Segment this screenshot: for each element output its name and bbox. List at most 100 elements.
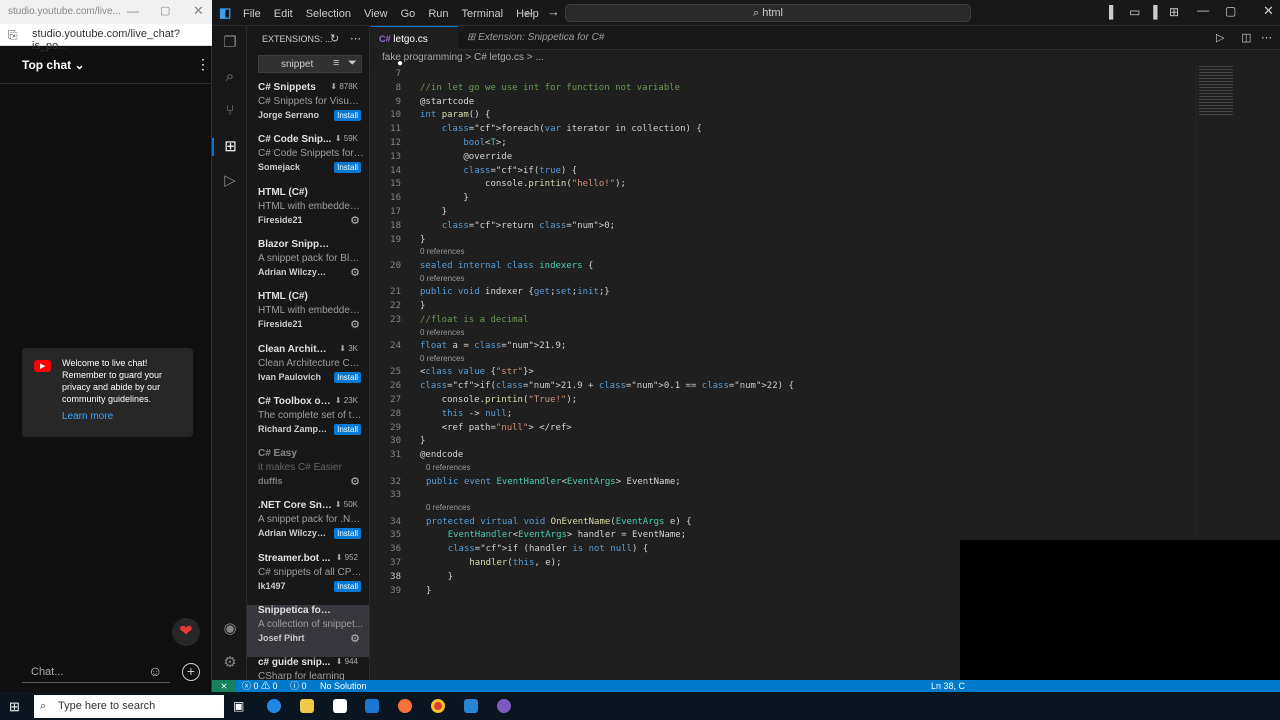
code-line[interactable]: } — [420, 207, 447, 217]
back-arrow-icon[interactable]: ← — [523, 4, 536, 19]
extension-item[interactable]: Blazor Snippet Pack A snippet pack for Bl… — [247, 239, 369, 291]
manage-gear-icon[interactable]: ⚙ — [350, 632, 360, 645]
menu-terminal[interactable]: Terminal — [462, 8, 504, 20]
more-options-icon[interactable]: ⋮ — [196, 56, 210, 73]
edge-icon[interactable] — [267, 699, 281, 713]
menu-view[interactable]: View — [364, 8, 388, 20]
store-icon[interactable] — [333, 699, 347, 713]
code-line[interactable]: <ref path="null"> </ref> — [420, 423, 572, 433]
refresh-icon[interactable]: ↻ — [330, 32, 339, 45]
split-editor-icon[interactable]: ◫ — [1241, 31, 1251, 44]
manage-gear-icon[interactable]: ⚙ — [350, 318, 360, 331]
code-line[interactable]: console.printin("True!"); — [420, 395, 578, 405]
code-line[interactable]: float a = class="num">21.9; — [420, 341, 566, 351]
tab-extension-snippetica[interactable]: ⊞ Extension: Snippetica for C# — [459, 26, 612, 50]
chat-input[interactable]: Chat... ☺ — [22, 661, 170, 683]
site-info-icon[interactable]: ⎘ — [8, 28, 18, 43]
taskbar-search[interactable]: ⌕ Type here to search — [34, 695, 224, 718]
tab-letgo[interactable]: C# letgo.cs ● — [371, 26, 458, 69]
window-close-icon[interactable]: ✕ — [1263, 3, 1274, 19]
code-lens-references[interactable]: 0 references — [420, 354, 464, 363]
clear-filter-icon[interactable]: ≡ — [333, 57, 339, 69]
solution-status[interactable]: No Solution — [320, 680, 367, 692]
vscode-taskbar-icon[interactable] — [464, 699, 478, 713]
code-line[interactable]: class="cf">if(true) { — [420, 166, 577, 176]
minimize-icon[interactable]: — — [127, 4, 139, 18]
code-lens-references[interactable]: 0 references — [420, 247, 464, 256]
toggle-panel-icon[interactable]: ▭ — [1129, 5, 1140, 19]
info-indicator[interactable]: ⓘ 0 — [290, 680, 307, 692]
extension-item[interactable]: Clean Architec... ⬇ 3K Clean Architecture … — [247, 344, 369, 396]
menu-file[interactable]: File — [243, 8, 261, 20]
code-line[interactable]: this -> null; — [420, 409, 512, 419]
problems-indicator[interactable]: ⓧ 0 ⚠ 0 — [242, 680, 278, 692]
manage-gear-icon[interactable]: ⚙ — [350, 266, 360, 279]
editor-more-icon[interactable]: ⋯ — [1261, 31, 1272, 44]
breadcrumb-file[interactable]: C# letgo.cs — [474, 52, 524, 63]
search-view-icon[interactable]: ⌕ — [221, 68, 239, 86]
code-lens-references[interactable]: 0 references — [426, 463, 470, 472]
menu-edit[interactable]: Edit — [274, 8, 293, 20]
code-line[interactable]: @endcode — [420, 450, 463, 460]
code-line[interactable]: } — [420, 235, 425, 245]
run-icon[interactable]: ▷ — [1216, 31, 1224, 44]
close-icon[interactable]: ✕ — [193, 3, 204, 19]
learn-more-link[interactable]: Learn more — [62, 411, 113, 422]
extension-item[interactable]: c# guide snip... ⬇ 944 CSharp for learning — [247, 657, 369, 680]
code-line[interactable]: EventHandler<EventArgs> handler = EventN… — [426, 530, 686, 540]
code-lens-references[interactable]: 0 references — [420, 328, 464, 337]
install-button[interactable]: Install — [334, 371, 361, 383]
top-chat-selector[interactable]: Top chat ⌄ — [22, 58, 85, 72]
code-line[interactable]: class="cf">return class="num">0; — [420, 221, 615, 231]
code-line[interactable]: console.printin("hello!"); — [420, 179, 626, 189]
code-line[interactable]: } — [420, 436, 425, 446]
chrome-icon[interactable] — [431, 699, 445, 713]
extension-item[interactable]: C# Snippets ⬇ 878K C# Snippets for Visual … — [247, 82, 369, 134]
menu-go[interactable]: Go — [401, 8, 416, 20]
source-control-icon[interactable]: ⑂ — [221, 102, 239, 120]
code-line[interactable]: <class value {"str"}> — [420, 367, 534, 377]
extension-search-input[interactable]: snippet ≡ ⏷ — [258, 55, 362, 73]
toggle-sidebar-icon[interactable]: ▌ — [1109, 5, 1118, 19]
command-center[interactable]: ⌕ html — [565, 4, 971, 22]
filter-icon[interactable]: ⏷ — [348, 57, 357, 70]
menu-selection[interactable]: Selection — [306, 8, 351, 20]
code-line[interactable]: int param() { — [420, 110, 490, 120]
run-debug-icon[interactable]: ▷ — [221, 172, 239, 190]
install-button[interactable]: Install — [334, 423, 361, 435]
window-minimize-icon[interactable]: — — [1197, 3, 1209, 17]
breadcrumb-more[interactable]: ... — [535, 52, 543, 63]
forward-arrow-icon[interactable]: → — [547, 4, 560, 19]
extension-item[interactable]: C# Code Snip... ⬇ 59K C# Code Snippets for… — [247, 134, 369, 186]
viber-icon[interactable] — [497, 699, 511, 713]
extension-item[interactable]: .NET Core Sni... ⬇ 50K A snippet pack for … — [247, 500, 369, 552]
mail-icon[interactable] — [365, 699, 379, 713]
add-icon[interactable]: + — [182, 663, 200, 681]
firefox-icon[interactable] — [398, 699, 412, 713]
toggle-secondary-sidebar-icon[interactable]: ▐ — [1149, 5, 1158, 19]
breadcrumb-folder[interactable]: fake programming — [382, 52, 463, 63]
code-line[interactable]: sealed internal class indexers { — [420, 261, 593, 271]
code-line[interactable]: class="cf">if(class="num">21.9 + class="… — [420, 381, 794, 391]
code-line[interactable]: public void indexer {get;set;init;} — [420, 287, 610, 297]
settings-gear-icon[interactable]: ⚙ — [221, 654, 239, 672]
heart-reaction-icon[interactable]: ❤ — [172, 618, 200, 646]
extension-item[interactable]: C# Easy it makes C# Easier duffis ⚙ — [247, 448, 369, 500]
code-line[interactable]: @override — [420, 152, 512, 162]
install-button[interactable]: Install — [334, 162, 361, 174]
extensions-icon[interactable]: ⊞ — [212, 138, 247, 156]
menu-run[interactable]: Run — [428, 8, 448, 20]
maximize-icon[interactable]: ▢ — [160, 4, 170, 17]
window-maximize-icon[interactable]: ▢ — [1225, 4, 1236, 18]
code-line[interactable]: //float is a decimal — [420, 315, 528, 325]
code-lens-references[interactable]: 0 references — [420, 274, 464, 283]
code-line[interactable]: bool<T>; — [420, 138, 506, 148]
extension-item[interactable]: C# Toolbox of... ⬇ 23K The complete set of… — [247, 396, 369, 448]
code-line[interactable]: } — [426, 586, 431, 596]
extension-item[interactable]: Streamer.bot ... ⬇ 952 C# snippets of all … — [247, 553, 369, 605]
file-explorer-icon[interactable] — [300, 699, 314, 713]
more-actions-icon[interactable]: ⋯ — [350, 32, 361, 45]
code-line[interactable]: public event EventHandler<EventArgs> Eve… — [426, 477, 681, 487]
extension-item[interactable]: Snippetica for C# A collection of snippet… — [247, 605, 369, 657]
code-line[interactable]: } — [420, 193, 468, 203]
